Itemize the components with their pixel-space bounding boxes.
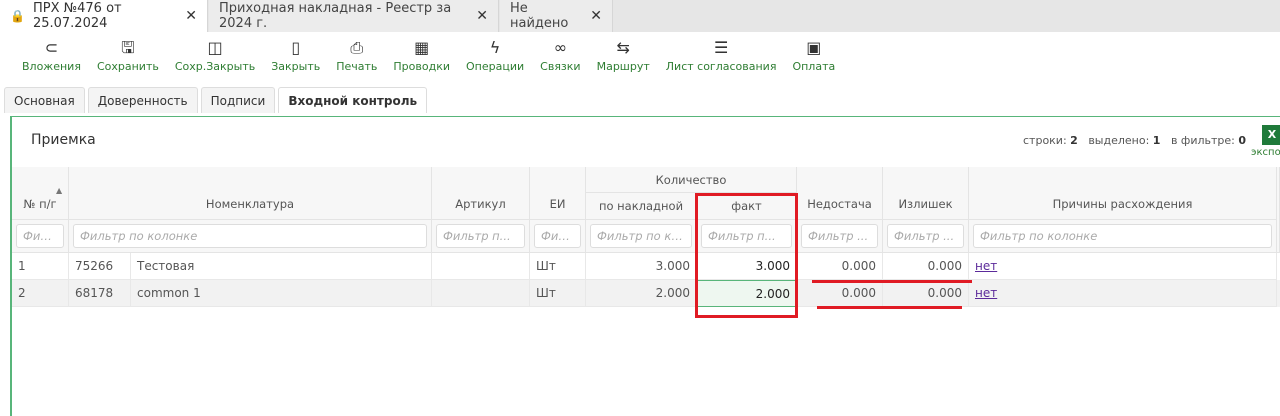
toolbar-button-save-close[interactable]: ◫ Сохр.Закрыть <box>167 32 263 80</box>
column-filter-input[interactable]: Фильтр по ко... <box>590 224 692 248</box>
toolbar-label: Лист согласования <box>665 60 777 73</box>
payment-icon: ▣ <box>806 38 822 57</box>
column-filter-input[interactable]: Фил... <box>16 224 64 248</box>
cell-name: common 1 <box>131 280 432 307</box>
calculator-icon: ▦ <box>414 38 430 57</box>
toolbar: ⊂ Вложения 🖫 Сохранить ◫ Сохр.Закрыть ▯ Закрыть… <box>0 32 1280 80</box>
door-icon: ▯ <box>291 38 301 57</box>
cell-article <box>432 253 530 280</box>
cell-reason: нет <box>969 253 1277 280</box>
tab-power-of-attorney[interactable]: Доверенность <box>87 87 198 113</box>
column-header[interactable]: по накладной <box>586 193 697 220</box>
toolbar-button-route[interactable]: ⇆ Маршрут <box>589 32 658 80</box>
toolbar-label: Операции <box>466 60 525 73</box>
close-icon[interactable]: ✕ <box>476 8 488 24</box>
window-tab-not-found[interactable]: Не найдено ✕ <box>500 0 613 32</box>
close-icon[interactable]: ✕ <box>590 8 602 24</box>
sub-tabs: Основная Доверенность Подписи Входной ко… <box>4 87 430 113</box>
cell-reason: нет <box>969 280 1277 307</box>
toolbar-label: Закрыть <box>271 60 321 73</box>
window-tab-registry[interactable]: Приходная накладная - Реестр за 2024 г. … <box>209 0 499 32</box>
cell-surplus: 0.000 <box>883 253 969 280</box>
cell-surplus: 0.000 <box>883 280 969 307</box>
save-icon: 🖫 <box>121 38 135 57</box>
lock-icon: 🔒 <box>10 9 25 23</box>
toolbar-button-checklist[interactable]: ☰ Лист согласования <box>658 32 785 80</box>
toolbar-button-door[interactable]: ▯ Закрыть <box>263 32 328 80</box>
cell-unit: Шт <box>530 280 586 307</box>
toolbar-label: Сохр.Закрыть <box>174 60 256 73</box>
toolbar-button-calculator[interactable]: ▦ Проводки <box>385 32 458 80</box>
cell-by-invoice: 3.000 <box>586 253 697 280</box>
tab-label: Приходная накладная - Реестр за 2024 г. <box>219 1 452 31</box>
column-header[interactable]: Причины расхождения <box>969 167 1277 220</box>
reason-link[interactable]: нет <box>975 259 997 273</box>
toolbar-label: Вложения <box>22 60 81 73</box>
toolbar-label: Сохранить <box>96 60 159 73</box>
link-icon: ∞ <box>553 38 568 57</box>
column-filter-input[interactable]: Фильтр по колонке <box>973 224 1272 248</box>
toolbar-label: Проводки <box>393 60 451 73</box>
checklist-icon: ☰ <box>713 38 729 57</box>
toolbar-button-save[interactable]: 🖫 Сохранить <box>89 32 167 80</box>
column-filter-input[interactable]: Фильтр по колонке <box>73 224 427 248</box>
paperclip-icon: ⊂ <box>44 38 59 57</box>
cell-name: Тестовая <box>131 253 432 280</box>
route-icon: ⇆ <box>616 38 630 57</box>
toolbar-label: Маршрут <box>596 60 650 73</box>
toolbar-label: Оплата <box>792 60 836 73</box>
cell-shortage: 0.000 <box>797 253 883 280</box>
lightning-icon: ϟ <box>489 38 501 57</box>
cell-shortage: 0.000 <box>797 280 883 307</box>
toolbar-button-printer[interactable]: ⎙ Печать <box>328 32 385 80</box>
tab-label: ПРХ №476 от 25.07.2024 <box>32 1 122 31</box>
tab-main[interactable]: Основная <box>4 87 85 113</box>
toolbar-button-lightning[interactable]: ϟ Операции <box>458 32 532 80</box>
column-filter-input[interactable]: Фильтр ... <box>887 224 964 248</box>
cell-code: 68178 <box>69 280 131 307</box>
tab-label: Не найдено <box>510 1 569 31</box>
toolbar-label: Печать <box>336 60 378 73</box>
sort-asc-icon[interactable]: ▲ <box>56 186 62 195</box>
tab-incoming-control[interactable]: Входной контроль <box>278 87 428 113</box>
save-close-icon: ◫ <box>207 38 223 57</box>
column-filter-input[interactable]: Фильтр п... <box>436 224 525 248</box>
annotation-underline <box>817 306 962 309</box>
reason-link[interactable]: нет <box>975 286 997 300</box>
column-filter-input[interactable]: Фильтр ... <box>801 224 878 248</box>
panel-title: Приемка <box>31 132 96 148</box>
printer-icon: ⎙ <box>350 38 364 57</box>
column-header[interactable]: Недостача <box>797 167 883 220</box>
cell-by-invoice: 2.000 <box>586 280 697 307</box>
window-tab-document[interactable]: 🔒 ПРХ №476 от 25.07.2024 ✕ <box>0 0 208 32</box>
close-icon[interactable]: ✕ <box>185 8 197 24</box>
table-stats: строки: 2 выделено: 1 в фильтре: 0 <box>1023 134 1247 147</box>
annotation-rectangle <box>695 193 798 318</box>
tab-signatures[interactable]: Подписи <box>200 87 276 113</box>
export-label[interactable]: экспо <box>1251 147 1280 158</box>
cell-num: 1 <box>12 253 69 280</box>
cell-num: 2 <box>12 280 69 307</box>
excel-export-icon[interactable]: X <box>1262 125 1280 145</box>
column-filter-input[interactable]: Фил... <box>534 224 581 248</box>
toolbar-button-link[interactable]: ∞ Связки <box>532 32 588 80</box>
column-header[interactable]: Артикул <box>432 167 530 220</box>
toolbar-button-paperclip[interactable]: ⊂ Вложения <box>14 32 89 80</box>
annotation-underline <box>812 280 972 283</box>
group-header-quantity: Количество <box>586 167 797 193</box>
toolbar-button-payment[interactable]: ▣ Оплата <box>784 32 843 80</box>
toolbar-label: Связки <box>540 60 581 73</box>
cell-article <box>432 280 530 307</box>
cell-unit: Шт <box>530 253 586 280</box>
column-header[interactable]: ЕИ <box>530 167 586 220</box>
column-header[interactable]: Излишек <box>883 167 969 220</box>
column-header[interactable]: Номенклатура <box>69 167 432 220</box>
cell-code: 75266 <box>69 253 131 280</box>
